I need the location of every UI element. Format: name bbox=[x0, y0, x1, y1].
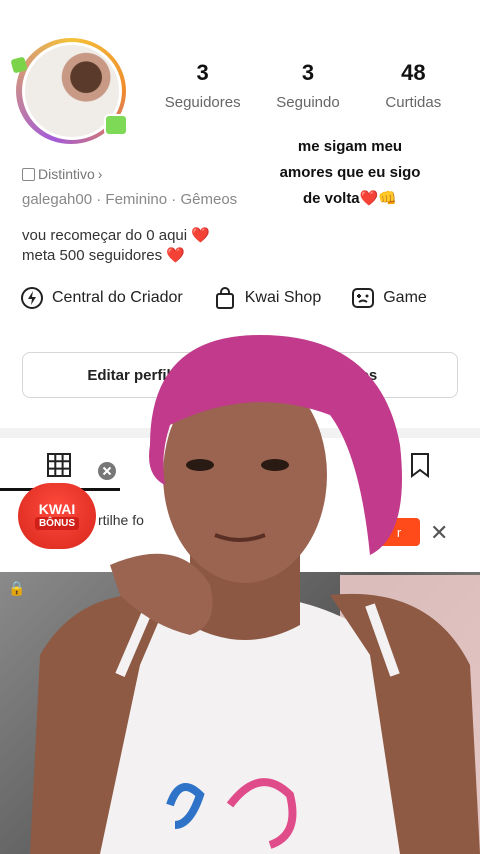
stat-likes[interactable]: 48 Curtidas bbox=[361, 60, 466, 111]
overlay-caption: me sigam meu amores que eu sigo de volta… bbox=[262, 134, 438, 212]
badge-link[interactable]: Distintivo › bbox=[22, 166, 102, 182]
lightning-circle-icon bbox=[21, 287, 43, 309]
badge-icon bbox=[22, 167, 35, 181]
shortcut-label: Kwai Shop bbox=[244, 289, 322, 306]
shortcut-creator-center[interactable]: Central do Criador bbox=[20, 286, 183, 310]
likes-count: 48 bbox=[401, 60, 426, 85]
photo-sticker-icon bbox=[104, 114, 128, 136]
following-label: Seguindo bbox=[276, 94, 340, 111]
badge-label: Distintivo bbox=[38, 166, 95, 182]
username: galegah00 bbox=[22, 191, 93, 208]
shortcut-label: Central do Criador bbox=[52, 289, 183, 306]
bio-line: vou recomeçar do 0 aqui ❤️ bbox=[22, 227, 210, 244]
caption-line: amores que eu sigo bbox=[279, 164, 421, 181]
caption-line: me sigam meu bbox=[297, 138, 403, 155]
profile-shortcuts: Central do Criador Kwai Shop Game bbox=[20, 286, 457, 310]
profile-avatar[interactable] bbox=[10, 34, 132, 146]
bio-line: meta 500 seguidores ❤️ bbox=[22, 247, 185, 264]
following-count: 3 bbox=[301, 60, 315, 85]
shopping-bag-icon bbox=[215, 287, 234, 309]
shortcut-game[interactable]: Game bbox=[351, 286, 427, 310]
followers-label: Seguidores bbox=[164, 94, 241, 111]
stat-following[interactable]: 3 Seguindo bbox=[255, 60, 360, 111]
profile-meta: galegah00 · Feminino · Gêmeos bbox=[22, 191, 237, 208]
gamepad-icon bbox=[352, 288, 375, 308]
shortcut-kwai-shop[interactable]: Kwai Shop bbox=[213, 286, 322, 310]
shortcut-label: Game bbox=[383, 289, 427, 306]
chevron-right-icon: › bbox=[97, 166, 103, 182]
stat-followers[interactable]: 3 Seguidores bbox=[150, 60, 255, 111]
likes-label: Curtidas bbox=[385, 94, 442, 111]
zodiac-sign: Gêmeos bbox=[180, 191, 238, 208]
selfie-overlay bbox=[30, 335, 480, 854]
gender: Feminino bbox=[105, 191, 168, 208]
followers-count: 3 bbox=[196, 60, 209, 85]
profile-stats: 3 Seguidores 3 Seguindo 48 Curtidas bbox=[150, 60, 466, 111]
caption-line: de volta❤️👊 bbox=[302, 190, 398, 207]
profile-bio: vou recomeçar do 0 aqui ❤️ meta 500 segu… bbox=[22, 226, 210, 266]
